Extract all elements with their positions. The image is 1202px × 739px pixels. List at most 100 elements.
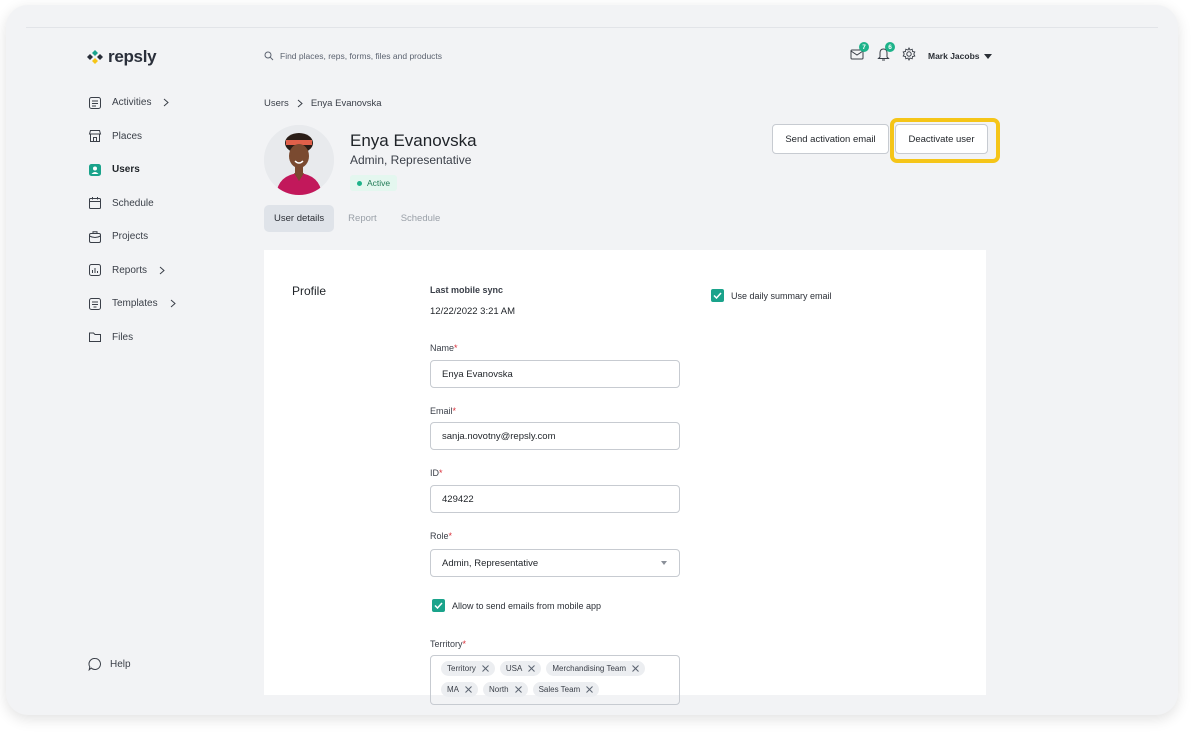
sidebar-item-templates[interactable]: Templates [88,294,238,314]
role-label: Role* [430,531,453,541]
daily-summary-label: Use daily summary email [731,290,832,301]
last-sync-value: 12/22/2022 3:21 AM [430,306,516,317]
last-sync-label: Last mobile sync [430,285,504,295]
sidebar-item-reports[interactable]: Reports [88,261,238,281]
chevron-right-icon [159,266,165,275]
chat-bubble-icon [88,658,101,671]
settings-button[interactable] [900,45,918,63]
role-select-value: Admin, Representative [442,557,539,569]
help-label: Help [110,658,131,670]
messages-button[interactable]: 7 [848,42,869,63]
allow-emails-checkbox[interactable] [432,599,445,612]
user-icon [89,163,101,176]
territory-tag: Sales Team [532,682,600,697]
sidebar-item-label: Templates [112,298,158,310]
email-field[interactable]: sanja.novotny@repsly.com [430,422,680,450]
user-name-title: Enya Evanovska [350,131,477,150]
territory-tag: MA [441,682,478,697]
sidebar-item-label: Projects [112,231,149,243]
name-field-value: Enya Evanovska [442,368,513,380]
repsly-logo-mark-icon [87,50,103,64]
allow-emails-label: Allow to send emails from mobile app [452,600,602,611]
repsly-logo[interactable]: repsly [86,47,157,67]
chevron-right-icon [164,98,170,107]
briefcase-icon [89,231,101,243]
gear-icon [902,47,916,61]
help-link[interactable]: Help [88,657,131,671]
top-divider [26,27,1158,28]
profile-section-title: Profile [292,284,327,298]
user-avatar [264,125,334,195]
chart-icon [89,264,101,277]
sidebar-item-files[interactable]: Files [88,328,238,348]
tab-report[interactable]: Report [338,205,387,232]
daily-summary-checkbox-row[interactable]: Use daily summary email [711,289,832,302]
chevron-right-icon [297,99,303,108]
remove-tag-icon[interactable] [586,686,594,693]
remove-tag-icon[interactable] [465,686,472,693]
daily-summary-checkbox[interactable] [711,289,724,302]
user-photo [264,125,334,195]
sidebar-item-label: Files [112,331,134,343]
sidebar-item-label: Users [112,164,140,176]
remove-tag-icon[interactable] [514,686,522,693]
notifications-button[interactable]: 6 [874,42,895,63]
search-placeholder: Find places, reps, forms, files and prod… [280,51,443,61]
activities-icon [89,96,101,109]
id-field-value: 429422 [442,493,474,505]
remove-tag-icon[interactable] [482,665,489,672]
user-tabs: User details Report Schedule [264,205,454,232]
territory-tags-input[interactable]: Territory USA Merchandising Team MA Nort… [430,655,680,705]
user-role-subtitle: Admin, Representative [350,153,472,167]
caret-down-icon [983,53,992,59]
sidebar-item-label: Places [112,130,143,142]
remove-tag-icon[interactable] [528,665,536,672]
email-field-value: sanja.novotny@repsly.com [442,430,556,442]
global-search[interactable]: Find places, reps, forms, files and prod… [264,51,442,61]
user-menu-name: Mark Jacobs [928,51,980,61]
remove-tag-icon[interactable] [632,665,639,672]
calendar-icon [89,197,101,210]
role-select[interactable]: Admin, Representative [430,549,680,577]
sidebar-item-label: Activities [112,97,152,109]
search-icon [264,51,274,61]
id-field[interactable]: 429422 [430,485,680,513]
user-menu[interactable]: Mark Jacobs [928,51,992,61]
status-label: Active [367,178,391,188]
sidebar-item-activities[interactable]: Activities [88,93,238,113]
sidebar-item-label: Reports [112,264,148,276]
name-field[interactable]: Enya Evanovska [430,360,680,388]
territory-label: Territory* [430,639,467,649]
breadcrumb: Users Enya Evanovska [264,98,382,109]
sidebar-item-places[interactable]: Places [88,127,238,147]
status-badge: Active [350,175,398,191]
template-icon [89,297,101,310]
tab-schedule[interactable]: Schedule [391,205,451,232]
email-label: Email* [430,406,457,416]
select-arrow-icon [661,561,667,565]
sidebar-item-projects[interactable]: Projects [88,227,238,247]
sidebar-item-label: Schedule [112,197,154,209]
chevron-right-icon [170,299,176,308]
breadcrumb-users-link[interactable]: Users [264,98,289,109]
user-details-panel: Profile Last mobile sync 12/22/2022 3:21… [264,250,986,705]
sidebar-item-users[interactable]: Users [88,160,238,180]
name-label: Name* [430,343,458,353]
tab-user-details[interactable]: User details [264,205,335,232]
deactivate-user-button[interactable]: Deactivate user [895,124,988,154]
id-label: ID* [430,468,443,478]
territory-tag: Merchandising Team [546,661,646,676]
folder-icon [89,332,101,343]
check-icon [434,602,443,609]
sidebar-item-schedule[interactable]: Schedule [88,194,238,214]
app-window: repsly Find places, reps, forms, files a… [6,5,1178,715]
territory-tag: North [483,682,528,697]
allow-emails-checkbox-row[interactable]: Allow to send emails from mobile app [432,599,601,612]
sidebar-nav: Activities Places Users Schedule Project… [88,93,238,361]
brand-name: repsly [108,47,157,66]
send-activation-email-button[interactable]: Send activation email [772,124,889,154]
territory-tag: Territory [441,661,495,676]
header-icons: 7 6 [848,42,918,63]
store-icon [88,130,102,143]
messages-badge: 7 [859,42,869,52]
